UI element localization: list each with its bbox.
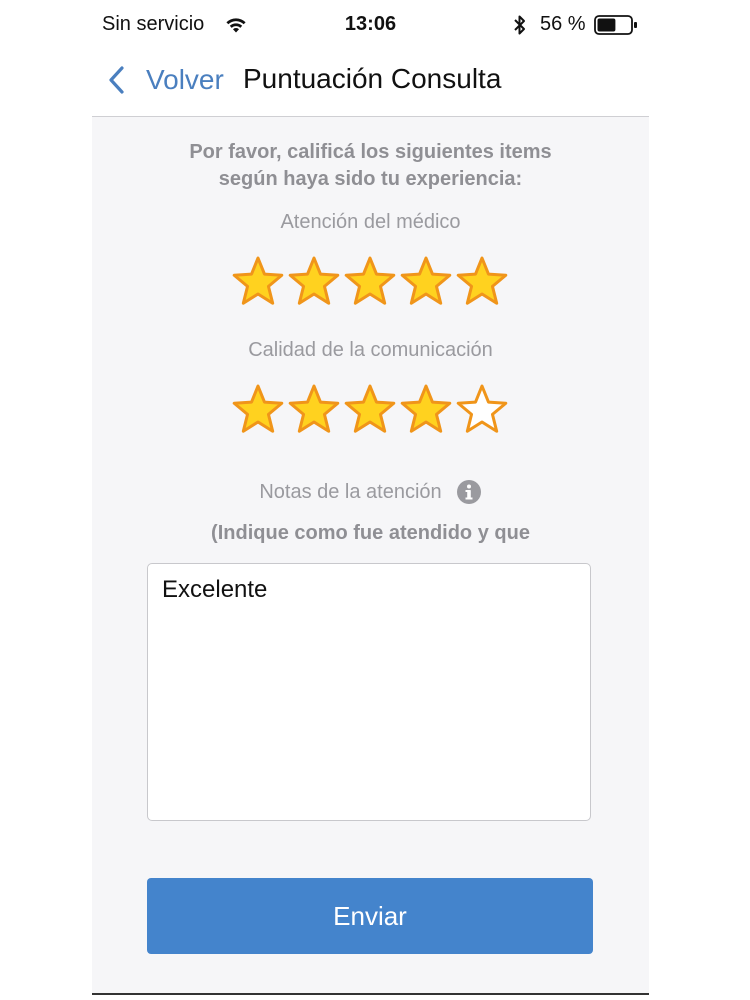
back-button[interactable]: Volver [108,62,224,98]
battery-percentage: 56 % [540,13,586,35]
instructions-text: Por favor, calificá los siguientes items… [92,139,649,193]
instructions-line-2: según haya sido tu experiencia: [218,168,523,190]
star-rating-communication-quality [230,382,510,442]
notes-hint: (Indique como fue atendido y que [211,522,530,544]
rating-form: Por favor, calificá los siguientes items… [92,117,649,993]
rating-label-doctor-attention: Atención del médico [280,211,461,233]
back-label: Volver [146,64,224,95]
chevron-left-icon [109,66,124,94]
star-filled-icon[interactable] [230,254,286,310]
navigation-bar: Volver Puntuación Consulta [92,44,649,117]
notes-textarea[interactable]: Excelente [147,563,591,821]
screen-bottom-edge [92,993,649,995]
phone-screen: Sin servicio 13:06 56 % Volver Puntuació… [92,0,649,1000]
rating-label-communication-quality: Calidad de la comunicación [248,339,493,361]
status-bar: Sin servicio 13:06 56 % [92,6,649,44]
star-filled-icon[interactable] [230,382,286,438]
submit-button[interactable]: Enviar [147,878,593,954]
battery-icon [594,15,637,35]
star-empty-icon[interactable] [454,382,510,438]
star-filled-icon[interactable] [398,254,454,310]
star-rating-doctor-attention [230,254,510,314]
star-filled-icon[interactable] [342,254,398,310]
page-title: Puntuación Consulta [243,63,502,94]
notes-label: Notas de la atención [259,480,442,503]
star-filled-icon[interactable] [454,254,510,310]
star-filled-icon[interactable] [286,254,342,310]
bluetooth-icon [514,15,525,35]
star-filled-icon[interactable] [286,382,342,438]
star-filled-icon[interactable] [398,382,454,438]
instructions-line-1: Por favor, calificá los siguientes items [189,141,552,163]
info-icon[interactable] [456,479,482,505]
star-filled-icon[interactable] [342,382,398,438]
notes-label-row: Notas de la atención [92,479,649,505]
